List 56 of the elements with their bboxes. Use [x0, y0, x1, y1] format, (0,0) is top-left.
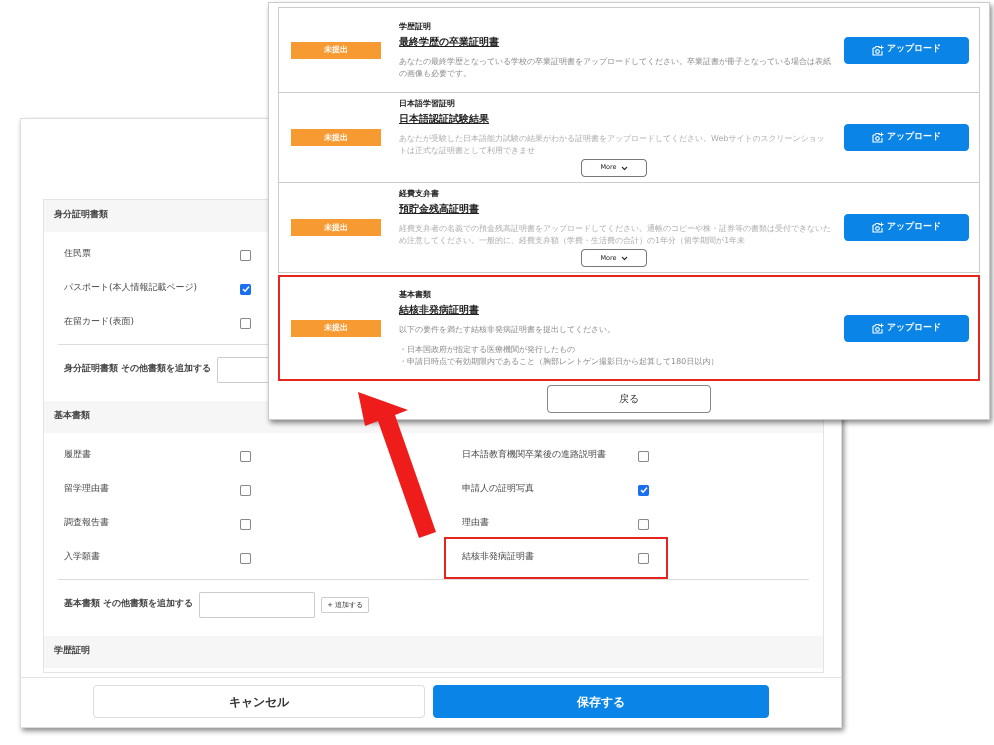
cancel-button[interactable]: キャンセル [93, 685, 425, 718]
upload-button[interactable]: アップロード [844, 314, 969, 342]
add-label: 基本書類 その他書類を追加する [64, 598, 194, 612]
item-label: 調査報告書 [64, 517, 110, 530]
checkbox[interactable] [240, 552, 251, 564]
checkbox[interactable] [240, 250, 251, 260]
description-text: 以下の要件を満たす結核非発病証明書を提出してください。 [399, 324, 616, 336]
checkbox[interactable] [638, 552, 649, 564]
description-text: あなたの最終学歴となっている学校の卒業証明書をアップロードしてください。卒業証書が冊子となっている場合は表紙の画像も必要です。 [399, 56, 832, 80]
document-title-link[interactable]: 最終学歴の卒業証明書 [399, 34, 499, 50]
item-label: 入学願書 [64, 551, 101, 564]
checkbox[interactable] [638, 484, 649, 496]
checkbox[interactable] [240, 318, 251, 328]
category-label: 基本書類 [399, 289, 432, 302]
status-badge: 未提出 [291, 219, 381, 236]
chevron-down-icon [620, 256, 628, 261]
item-label: 理由書 [462, 517, 490, 530]
status-badge: 未提出 [291, 320, 381, 337]
document-title-link[interactable]: 日本語認証試験結果 [399, 112, 489, 127]
document-title-link[interactable]: 結核非発病証明書 [399, 303, 479, 318]
camera-icon [872, 222, 884, 234]
camera-icon [872, 132, 884, 144]
item-label: 在留カード(表面) [64, 316, 136, 330]
description-text: ・申請日時点で有効期限内であること（胸部レントゲン撮影日から起算して180日以内） [399, 356, 720, 368]
upload-button[interactable]: アップロード [844, 214, 969, 242]
checkbox[interactable] [240, 518, 251, 530]
category-label: 学歴証明 [399, 20, 432, 33]
document-title-link[interactable]: 預貯金残高証明書 [399, 202, 479, 218]
checkbox[interactable] [638, 450, 649, 462]
camera-icon [872, 44, 884, 56]
item-label: 日本語教育機関卒業後の進路説明書 [462, 449, 607, 462]
back-button[interactable]: 戻る [547, 385, 711, 414]
upload-button[interactable]: アップロード [844, 36, 969, 64]
checkbox[interactable] [240, 284, 251, 294]
item-label: 申請人の証明写真 [462, 483, 535, 496]
checkbox[interactable] [638, 518, 649, 530]
item-label: パスポート(本人情報記載ページ) [64, 282, 198, 296]
add-label: 身分証明書類 その他書類を追加する [64, 363, 212, 376]
section-header: 学歴証明 [44, 636, 823, 668]
item-label: 結核非発病証明書 [462, 551, 535, 564]
description-text: あなたが受験した日本語能力試験の結果がわかる証明書をアップロードしてください。Webサイトのスクリーンショットは正式な証明書として利用できませ [399, 133, 826, 156]
checkbox[interactable] [240, 450, 251, 462]
upload-button[interactable]: アップロード [844, 124, 969, 152]
status-badge: 未提出 [291, 42, 381, 58]
item-label: 履歴書 [64, 449, 92, 462]
item-label: 留学理由書 [64, 483, 110, 496]
save-button[interactable]: 保存する [433, 685, 769, 718]
item-label: 住民票 [64, 248, 92, 262]
chevron-down-icon [620, 166, 628, 171]
camera-icon [872, 322, 884, 334]
category-label: 経費支弁書 [399, 188, 440, 200]
input-field[interactable] [199, 592, 316, 618]
description-text: ・日本国政府が指定する医療機関が発行したもの [399, 344, 576, 356]
checkbox[interactable] [240, 484, 251, 496]
category-label: 日本語学習証明 [399, 98, 456, 110]
status-badge: 未提出 [291, 129, 381, 146]
